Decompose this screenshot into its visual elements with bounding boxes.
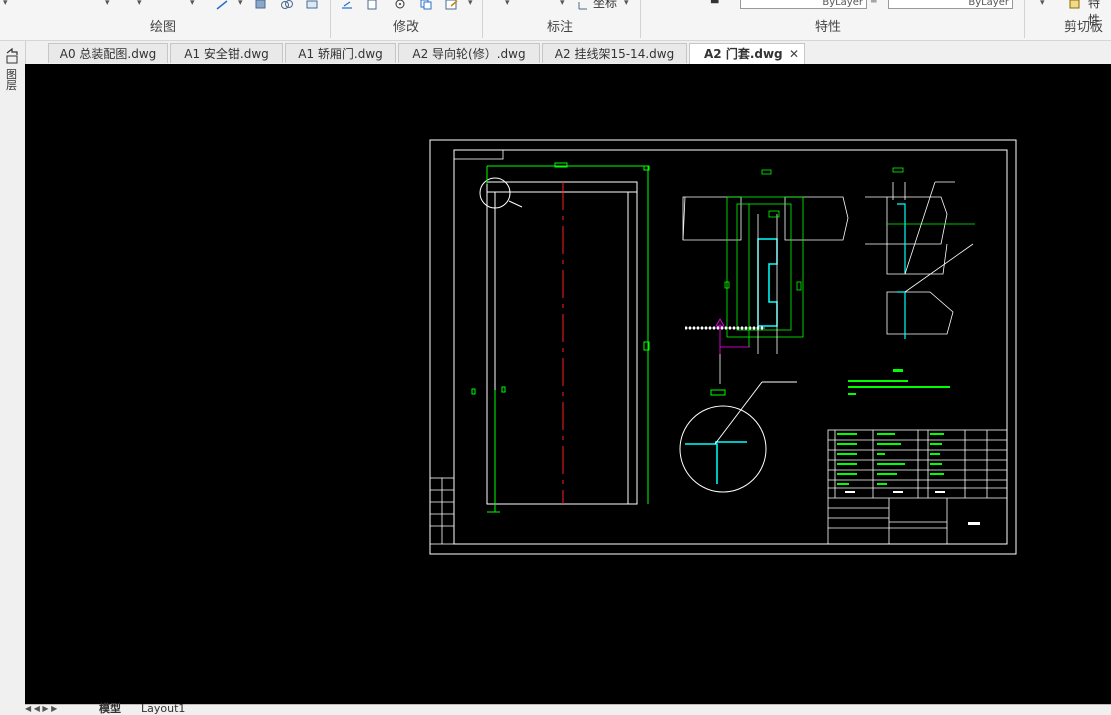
group-modify-label: 修改 <box>393 20 420 35</box>
ribbon: ▾ ▾ ▾ ▾ ▾ 绘图 ▾ 修改 ▾ ▾ 坐标 ▾ 标注 ▬ ByLayer … <box>0 0 1111 41</box>
copy-icon[interactable] <box>419 0 433 10</box>
layer-panel-strip: 图层 <box>0 41 26 713</box>
layout-nav-arrows-icon[interactable]: ◀ ◀ ▶ ▶ <box>25 704 57 713</box>
coordinate-label[interactable]: 坐标 <box>593 0 617 11</box>
group-properties-label: 特性 <box>815 20 842 35</box>
chevron-down-icon[interactable]: ▾ <box>1040 0 1045 8</box>
chevron-down-icon[interactable]: ▾ <box>560 0 565 8</box>
tab-layout1[interactable]: Layout1 <box>141 703 185 714</box>
tab-model[interactable]: 模型 <box>99 703 121 714</box>
chevron-down-icon[interactable]: ▾ <box>190 0 195 8</box>
chevron-down-icon[interactable]: ▾ <box>468 0 473 8</box>
margin-table <box>429 477 455 545</box>
tab-a1-safety-gear[interactable]: A1 安全钳.dwg <box>170 43 283 63</box>
door-frame-view <box>471 162 650 513</box>
corner-label-box <box>453 149 504 160</box>
linetype-icon[interactable]: ≡ <box>870 0 878 6</box>
group-draw-label: 绘图 <box>150 20 177 35</box>
linetype-dropdown[interactable]: ByLayer <box>888 0 1013 9</box>
tab-label: A2 导向轮(修）.dwg <box>412 47 526 61</box>
cad-drawing <box>429 139 1017 555</box>
title-block <box>827 429 1008 545</box>
close-icon[interactable]: ✕ <box>789 44 799 64</box>
coordinate-icon[interactable] <box>577 0 591 10</box>
chevron-down-icon[interactable]: ▾ <box>105 0 110 8</box>
drawing-canvas[interactable] <box>25 64 1111 704</box>
property-icon[interactable]: ▬ <box>710 0 719 7</box>
technical-notes <box>848 369 950 395</box>
ribbon-separator <box>482 0 483 38</box>
linetype-dropdown-value: ByLayer <box>968 0 1009 8</box>
group-annotation-label: 标注 <box>547 20 574 35</box>
section-detail-b <box>865 167 975 339</box>
tab-a2-guide-wheel[interactable]: A2 导向轮(修）.dwg <box>398 43 540 63</box>
tab-a0-assembly[interactable]: A0 总装配图.dwg <box>48 43 168 63</box>
shape-icon[interactable] <box>305 0 319 10</box>
region-icon[interactable] <box>254 0 268 10</box>
boolean-icon[interactable] <box>280 0 294 10</box>
tab-label: A1 轿厢门.dwg <box>298 47 383 61</box>
color-dropdown-value: ByLayer <box>822 0 863 8</box>
tab-label: A2 挂线架15-14.dwg <box>554 47 675 61</box>
chevron-down-icon[interactable]: ▾ <box>624 0 629 8</box>
chevron-down-icon[interactable]: ▾ <box>137 0 142 8</box>
section-detail-a <box>682 169 849 384</box>
chevron-down-icon[interactable]: ▾ <box>3 0 8 8</box>
paste-icon[interactable] <box>1068 0 1082 10</box>
layer-panel-label[interactable]: 图层 <box>6 69 18 91</box>
document-tab-bar: A0 总装配图.dwg A1 安全钳.dwg A1 轿厢门.dwg A2 导向轮… <box>0 41 1111 65</box>
ribbon-separator <box>1024 0 1025 38</box>
detail-circle <box>679 381 797 493</box>
tab-label: A2 门套.dwg <box>704 47 783 61</box>
group-clipboard-label: 剪切板 <box>1064 20 1104 35</box>
chevron-down-icon[interactable]: ▾ <box>238 0 243 8</box>
tab-label: A0 总装配图.dwg <box>59 47 157 61</box>
ribbon-separator <box>330 0 331 38</box>
ribbon-separator <box>640 0 641 38</box>
tab-a2-cable-rack[interactable]: A2 挂线架15-14.dwg <box>542 43 687 63</box>
chevron-down-icon[interactable]: ▾ <box>505 0 510 8</box>
tab-label: A1 安全钳.dwg <box>184 47 269 61</box>
tab-a1-car-door[interactable]: A1 轿厢门.dwg <box>285 43 396 63</box>
line-tool-icon[interactable] <box>215 0 229 10</box>
circle-target-icon[interactable] <box>393 0 407 10</box>
edit-icon[interactable] <box>366 0 380 10</box>
align-icon[interactable] <box>340 0 354 10</box>
color-dropdown[interactable]: ByLayer <box>740 0 867 9</box>
layer-panel-icon[interactable] <box>4 47 20 65</box>
note-edit-icon[interactable] <box>445 0 459 10</box>
tab-a2-door-frame[interactable]: A2 门套.dwg ✕ <box>689 43 805 65</box>
